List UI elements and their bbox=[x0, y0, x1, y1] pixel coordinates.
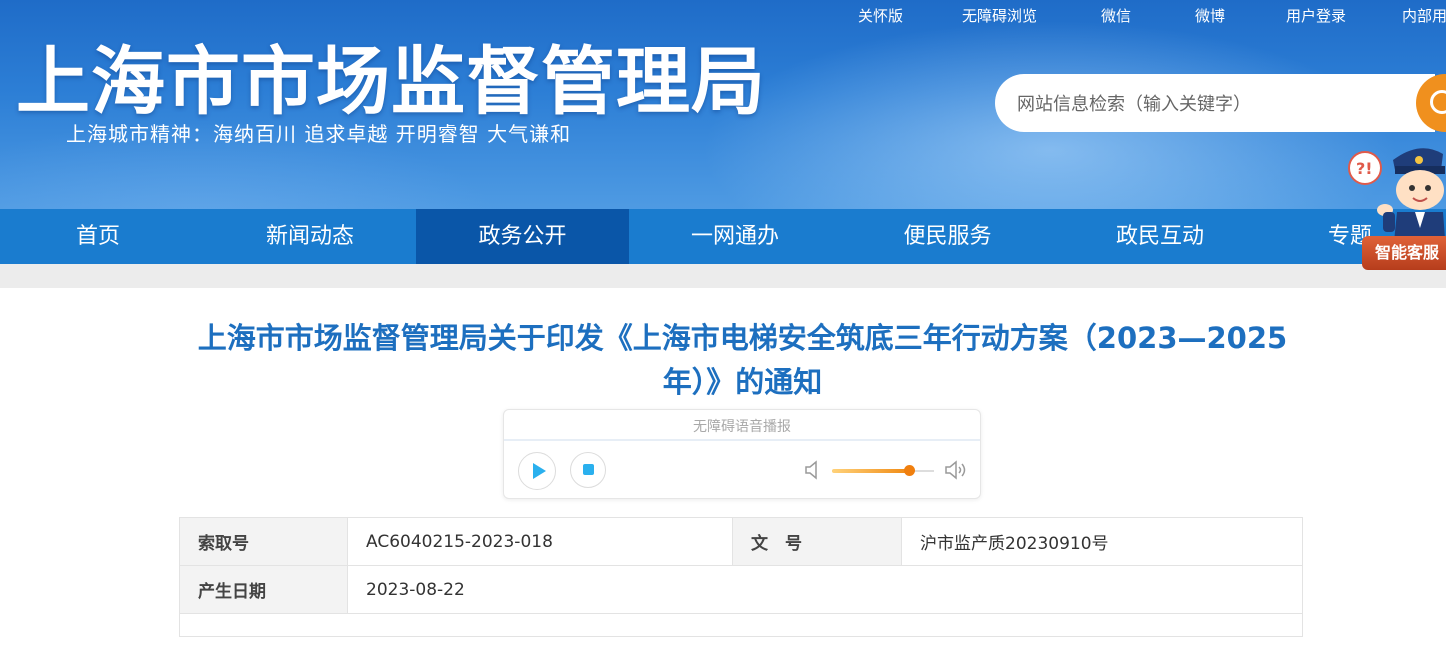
svg-text:?!: ?! bbox=[1356, 159, 1373, 178]
article-title: 上海市市场监督管理局关于印发《上海市电梯安全筑底三年行动方案（2023—2025… bbox=[197, 321, 1288, 399]
search-icon bbox=[1430, 90, 1446, 114]
doc-number-label: 文 号 bbox=[732, 517, 902, 566]
city-slogan: 上海城市精神：海纳百川 追求卓越 开明睿智 大气谦和 bbox=[66, 122, 572, 146]
nav-item-online-services[interactable]: 一网通办 bbox=[629, 209, 841, 264]
user-login-link[interactable]: 用户登录 bbox=[1286, 5, 1346, 26]
stop-button[interactable] bbox=[570, 452, 606, 488]
top-links-bar: 关怀版 无障碍浏览 微信 微博 用户登录 内部用 bbox=[0, 0, 1446, 30]
volume-low-icon bbox=[805, 460, 817, 480]
player-progress-bar[interactable] bbox=[504, 439, 980, 441]
audio-player: 无障碍语音播报 bbox=[503, 409, 981, 499]
index-value: AC6040215-2023-018 bbox=[347, 517, 733, 566]
elderly-mode-link[interactable]: 关怀版 bbox=[858, 5, 903, 26]
date-label: 产生日期 bbox=[179, 565, 348, 614]
site-search bbox=[995, 74, 1435, 132]
accessibility-link[interactable]: 无障碍浏览 bbox=[962, 5, 1037, 26]
volume-fill bbox=[832, 469, 909, 473]
volume-high-icon bbox=[945, 460, 966, 480]
nav-item-public-services[interactable]: 便民服务 bbox=[841, 209, 1054, 264]
table-row bbox=[179, 613, 1303, 637]
volume-slider-handle[interactable] bbox=[903, 465, 915, 476]
table-row: 产生日期 2023-08-22 bbox=[179, 565, 1303, 614]
wechat-link[interactable]: 微信 bbox=[1101, 5, 1131, 26]
player-label: 无障碍语音播报 bbox=[693, 419, 791, 435]
main-nav: 首页 新闻动态 政务公开 一网通办 便民服务 政民互动 专题 bbox=[0, 209, 1446, 264]
nav-item-government-affairs[interactable]: 政务公开 bbox=[416, 209, 629, 264]
nav-item-interaction[interactable]: 政民互动 bbox=[1054, 209, 1266, 264]
nav-spacer-bar bbox=[0, 264, 1446, 288]
smart-service-badge[interactable]: 智能客服 bbox=[1362, 236, 1446, 270]
play-icon bbox=[533, 463, 546, 479]
index-label: 索取号 bbox=[179, 517, 348, 566]
nav-item-home[interactable]: 首页 bbox=[0, 209, 196, 264]
date-value: 2023-08-22 bbox=[347, 565, 1303, 614]
nav-item-news[interactable]: 新闻动态 bbox=[204, 209, 416, 264]
doc-number-value: 沪市监产质20230910号 bbox=[901, 517, 1303, 566]
document-meta-table: 索取号 AC6040215-2023-018 文 号 沪市监产质20230910… bbox=[179, 517, 1303, 637]
table-cell-empty bbox=[179, 613, 1303, 637]
internal-link[interactable]: 内部用 bbox=[1402, 5, 1446, 26]
table-row: 索取号 AC6040215-2023-018 文 号 沪市监产质20230910… bbox=[179, 517, 1303, 566]
weibo-link[interactable]: 微博 bbox=[1195, 5, 1225, 26]
stop-icon bbox=[583, 464, 594, 475]
play-button[interactable] bbox=[518, 452, 556, 490]
site-title[interactable]: 上海市市场监督管理局 bbox=[16, 22, 766, 129]
search-input[interactable] bbox=[1015, 90, 1409, 118]
